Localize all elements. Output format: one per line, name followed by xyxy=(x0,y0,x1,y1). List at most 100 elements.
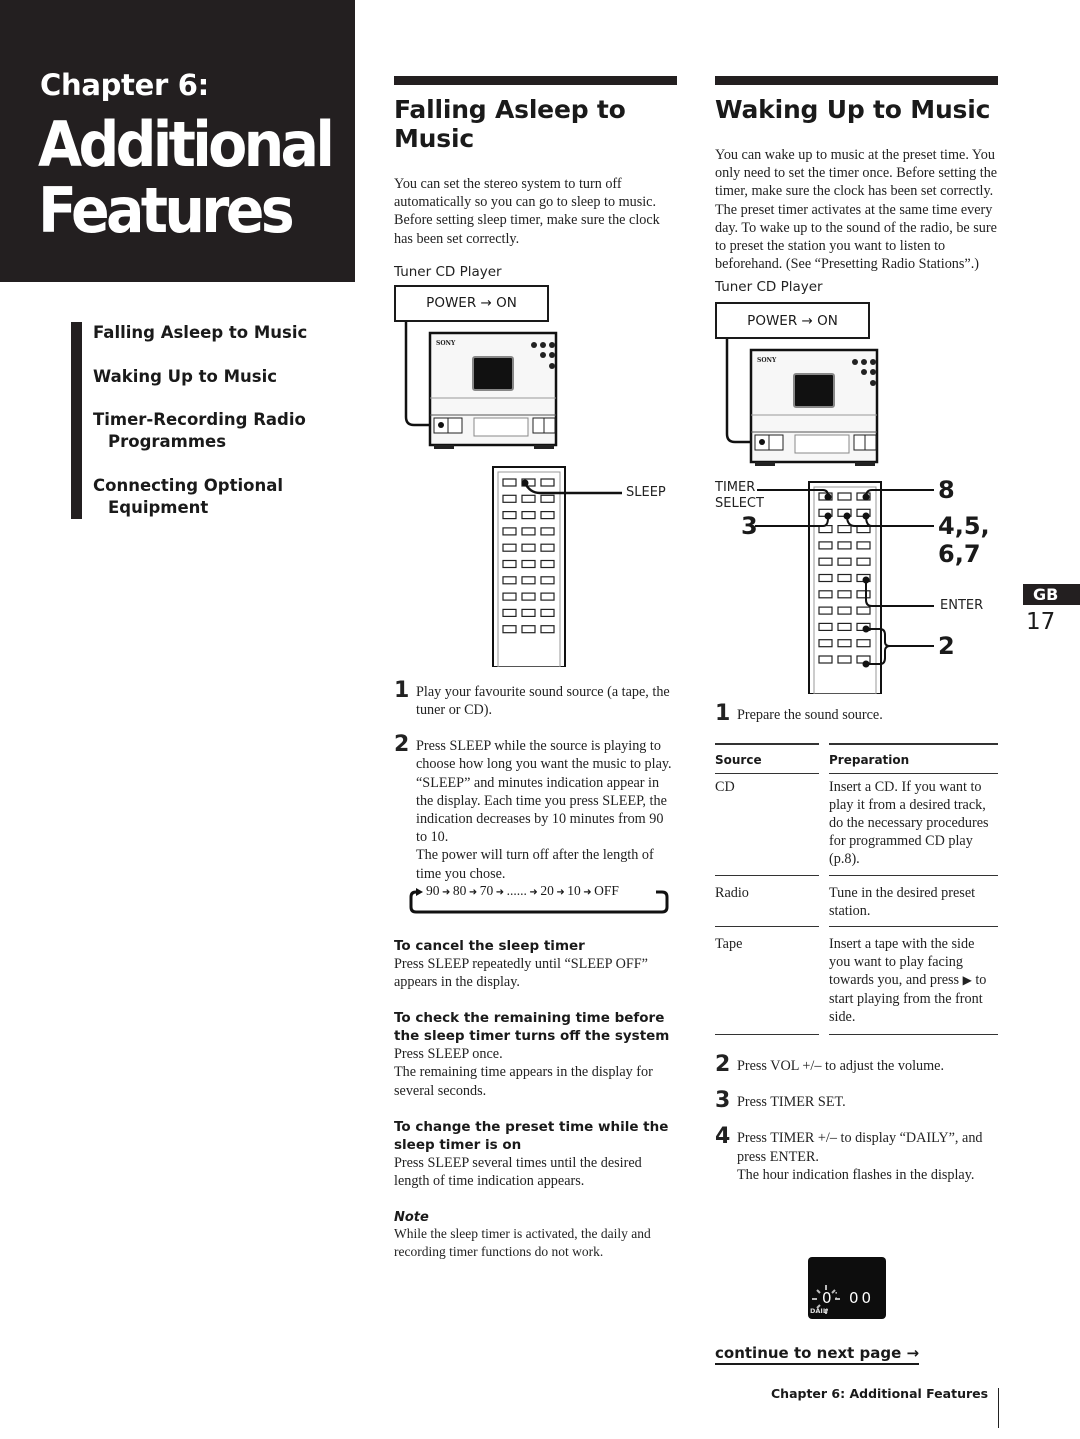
sleep-cycle-diagram: 90 ➜ 80 ➜ 70 ➜ ...... ➜ 20 ➜ 10 ➜ OFF xyxy=(408,883,677,917)
cycle-value: 10 xyxy=(567,882,581,898)
table-row: Radio Tune in the desired preset station… xyxy=(715,876,998,928)
column-gap xyxy=(819,876,829,927)
step-text: Press TIMER +/– to display “DAILY”, and … xyxy=(737,1130,983,1165)
remote-button xyxy=(540,624,555,634)
paragraph: Press SLEEP repeatedly until “SLEEP OFF”… xyxy=(394,955,648,991)
column-header: Preparation xyxy=(829,742,998,774)
intro-paragraph: You can set the stereo system to turn of… xyxy=(394,176,657,211)
display-separator: : xyxy=(834,1288,839,1303)
arrow-right-icon: ➜ xyxy=(493,886,507,898)
cycle-value: 90 xyxy=(426,882,440,898)
intro-paragraph: Before setting sleep timer, make sure th… xyxy=(394,212,660,247)
remote-button xyxy=(540,543,555,552)
paragraph: Press SLEEP several times until the desi… xyxy=(394,1154,642,1190)
remote-button xyxy=(521,559,536,568)
arrow-right-icon: ➜ xyxy=(580,886,595,898)
chapter-title: Additional Features xyxy=(38,108,335,247)
paragraph: Press SLEEP once. xyxy=(394,1046,503,1063)
note-block: Note While the sleep timer is activated,… xyxy=(394,1210,677,1261)
chapter-title-line2: Features xyxy=(38,174,295,247)
step-text: “SLEEP” and minutes indication appear in… xyxy=(416,774,667,846)
step-1: 1 Prepare the sound source. xyxy=(715,703,998,725)
remote-button xyxy=(837,606,852,616)
display-minutes: 00 xyxy=(849,1289,875,1307)
callout-text: SELECT xyxy=(715,496,764,512)
display-hour: 0 xyxy=(822,1289,832,1307)
remote-button xyxy=(818,606,833,616)
remote-button xyxy=(540,559,555,568)
section-rule xyxy=(394,76,677,85)
subheading: To check the remaining time before the s… xyxy=(394,1010,670,1045)
remote-button xyxy=(540,576,555,585)
remote-button xyxy=(856,590,871,599)
timer-select-callout: TIMER SELECT xyxy=(715,480,764,512)
remote-button xyxy=(818,655,833,665)
subheading: To change the preset time while the slee… xyxy=(394,1118,669,1153)
table-header-row: Source Preparation xyxy=(715,742,998,774)
step-text: The hour indication flashes in the displ… xyxy=(737,1166,975,1183)
illustration-sleep: POWER → ON SONY SLEEP xyxy=(394,284,677,667)
remote-button xyxy=(818,639,833,648)
table-row: CD Insert a CD. If you want to play it f… xyxy=(715,774,998,876)
play-icon: ▶ xyxy=(962,973,972,988)
remote-button xyxy=(856,541,871,550)
toc-item[interactable]: Falling Asleep to Music xyxy=(93,322,351,344)
source-cell: Radio xyxy=(715,876,819,928)
preparation-cell: Insert a tape with the side you want to … xyxy=(829,927,998,1036)
cycle-value: 70 xyxy=(479,882,494,898)
remote-button xyxy=(837,623,852,632)
subheading: To cancel the sleep timer xyxy=(394,937,585,954)
arrow-right-icon: ➜ xyxy=(553,886,568,898)
page-number: 17 xyxy=(1026,609,1056,635)
remote-button xyxy=(540,527,555,536)
continue-next-page-link[interactable]: continue to next page → xyxy=(715,1344,920,1365)
callout-text: TIMER xyxy=(715,480,756,496)
stereo-and-remote-drawing: SONY xyxy=(404,321,622,667)
toc-item-label: Timer-Recording Radio xyxy=(93,410,306,429)
step-text: The power will turn off after the length… xyxy=(416,847,654,882)
remote-button xyxy=(502,527,517,536)
step-number: 3 xyxy=(715,1088,731,1114)
footer-rule xyxy=(998,1388,999,1428)
step-text: Press SLEEP while the source is playing … xyxy=(416,738,672,773)
sleep-callout-label: SLEEP xyxy=(626,484,666,500)
remote-button xyxy=(521,592,536,601)
remote-button xyxy=(837,590,852,599)
arrow-right-icon: ➜ xyxy=(466,886,480,898)
remote-button xyxy=(521,608,536,617)
chapter-toc: Falling Asleep to Music Waking Up to Mus… xyxy=(71,322,351,519)
waking-up-section: Waking Up to Music You can wake up to mu… xyxy=(715,76,998,1184)
remote-button xyxy=(521,543,536,552)
step-2: 2 Press SLEEP while the source is playin… xyxy=(394,734,677,883)
toc-item[interactable]: Timer-Recording Radio Programmes xyxy=(93,409,351,453)
remote-button xyxy=(837,492,852,502)
remote-button xyxy=(856,606,871,616)
column-header: Source xyxy=(715,742,819,774)
falling-asleep-section: Falling Asleep to Music You can set the … xyxy=(394,76,677,1262)
remote-button xyxy=(521,527,536,536)
toc-item[interactable]: Waking Up to Music xyxy=(93,366,351,388)
chapter-title-line1: Additional xyxy=(38,108,335,181)
daily-indicator: DAILY xyxy=(810,1307,828,1315)
section-title: Waking Up to Music xyxy=(715,95,991,124)
callout-step-2: 2 xyxy=(938,632,955,661)
remote-button xyxy=(856,639,871,648)
prep-text: Insert a tape with the side you want to … xyxy=(829,936,975,989)
arrow-right-icon: ➜ xyxy=(439,886,453,898)
toc-item[interactable]: Connecting Optional Equipment xyxy=(93,475,351,519)
brand-logo: SONY xyxy=(757,357,777,364)
remote-button xyxy=(540,494,555,503)
toc-item-label: Connecting Optional xyxy=(93,475,284,495)
remote-button xyxy=(856,558,871,567)
device-label: Tuner CD Player xyxy=(715,279,823,296)
callout-step-8: 8 xyxy=(938,476,955,505)
callout-text: 6,7 xyxy=(938,540,981,569)
chapter-label: Chapter 6: xyxy=(40,68,209,102)
remote-button xyxy=(818,623,833,632)
check-block: To check the remaining time before the s… xyxy=(394,1009,677,1100)
remote-button xyxy=(521,494,536,503)
remote-button xyxy=(818,541,833,550)
paragraph: The remaining time appears in the displa… xyxy=(394,1064,653,1099)
cancel-block: To cancel the sleep timer Press SLEEP re… xyxy=(394,937,677,991)
toc-item-label: Waking Up to Music xyxy=(93,366,278,386)
